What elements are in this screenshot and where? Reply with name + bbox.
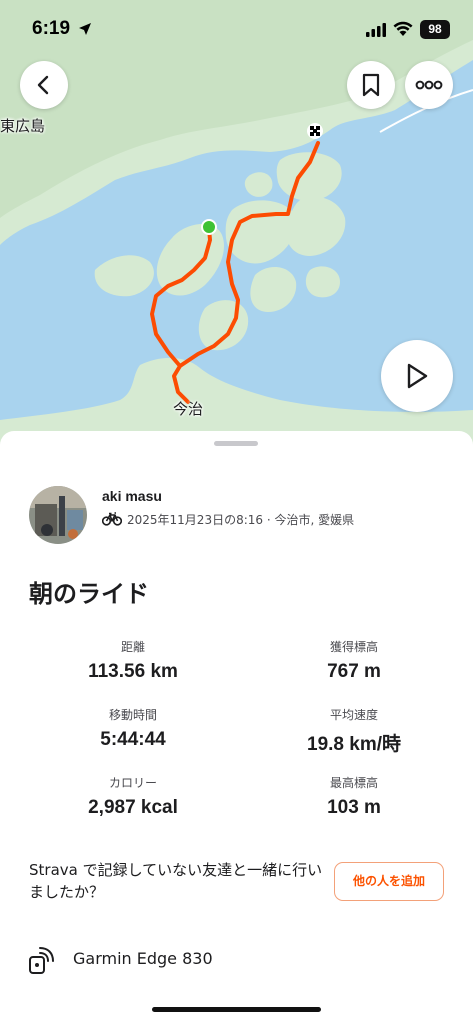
device-sync-icon	[28, 945, 56, 979]
stat-label: 距離	[120, 640, 145, 654]
add-people-button[interactable]: 他の人を追加	[334, 862, 444, 901]
stat-value: 5:44:44	[100, 729, 166, 750]
activity-title: 朝のライド	[29, 580, 149, 608]
back-button[interactable]	[20, 61, 68, 109]
start-marker	[201, 219, 217, 235]
bookmark-icon	[362, 73, 380, 97]
stat-value: 103 m	[327, 797, 381, 818]
stat-label: カロリー	[108, 776, 157, 790]
athlete-name[interactable]: aki masu	[102, 488, 162, 504]
stat-value: 2,987 kcal	[88, 797, 178, 818]
wifi-icon	[393, 21, 413, 40]
more-options-button[interactable]	[405, 61, 453, 109]
status-bar: 6:19 98	[0, 0, 473, 58]
avatar[interactable]	[29, 486, 87, 544]
location-arrow-icon	[78, 21, 92, 40]
activity-meta: 2025年11月23日の8:16 · 今治市, 愛媛県	[127, 513, 355, 527]
cellular-signal-icon	[366, 22, 386, 41]
device-name: Garmin Edge 830	[73, 949, 213, 968]
activity-sheet: aki masu 2025年11月23日の8:16 · 今治市, 愛媛県 朝のラ…	[0, 431, 473, 1024]
status-time: 6:19	[32, 18, 71, 39]
stat-elevation-gain: 獲得標高 767 m	[236, 639, 472, 683]
bookmark-button[interactable]	[347, 61, 395, 109]
stat-label: 平均速度	[329, 708, 378, 722]
add-people-prompt: Strava で記録していない友達と一緒に行いましたか？	[29, 861, 323, 901]
stat-value: 19.8 km/時	[307, 734, 401, 755]
play-icon	[407, 363, 428, 389]
more-icon	[415, 80, 443, 90]
battery-indicator: 98	[420, 20, 450, 39]
stat-label: 移動時間	[108, 708, 157, 722]
stat-calories: カロリー 2,987 kcal	[15, 775, 251, 819]
stat-moving-time: 移動時間 5:44:44	[15, 707, 251, 751]
chevron-left-icon	[37, 75, 49, 95]
stat-max-elevation: 最高標高 103 m	[236, 775, 472, 819]
stat-label: 獲得標高	[329, 640, 378, 654]
route-map[interactable]: 6:19 98 東広島 今治	[0, 0, 473, 460]
stat-distance: 距離 113.56 km	[15, 639, 251, 683]
map-label-imabari: 今治	[173, 400, 204, 418]
stat-avg-speed: 平均速度 19.8 km/時	[236, 707, 472, 756]
stat-value: 113.56 km	[88, 661, 178, 682]
bike-icon	[101, 511, 123, 530]
stat-label: 最高標高	[329, 776, 378, 790]
finish-flag-marker	[307, 123, 323, 139]
flyover-play-button[interactable]	[381, 340, 453, 412]
home-indicator	[152, 1007, 321, 1012]
stat-value: 767 m	[327, 661, 381, 682]
sheet-grabber[interactable]	[214, 441, 258, 446]
map-label-higashihiroshima: 東広島	[0, 117, 46, 135]
